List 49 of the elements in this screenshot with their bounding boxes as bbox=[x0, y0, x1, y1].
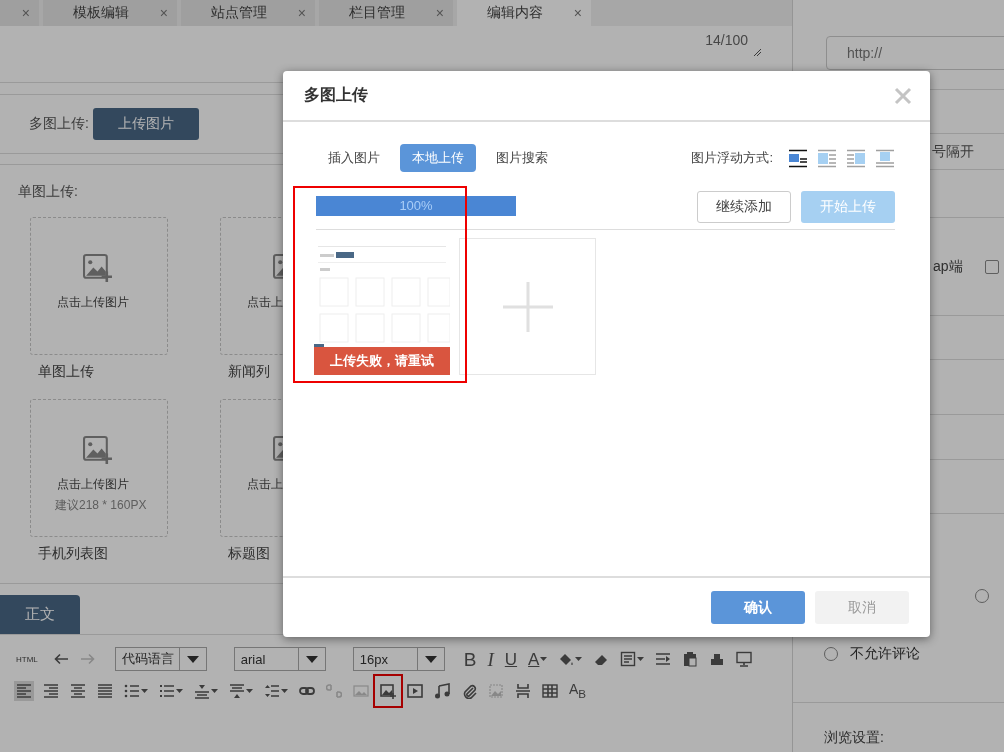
tab[interactable]: 插入图片 bbox=[316, 144, 392, 172]
tab[interactable]: 图片搜索 bbox=[484, 144, 560, 172]
upload-prompt: 点击上 bbox=[246, 476, 284, 493]
editor-tab[interactable]: 正文 bbox=[0, 595, 80, 634]
field-hint: 号隔开 bbox=[932, 142, 974, 161]
close-button[interactable]: × bbox=[297, 5, 306, 21]
italic-button[interactable]: I bbox=[487, 649, 494, 669]
close-button[interactable]: × bbox=[159, 5, 168, 21]
dropdown[interactable]: 代码语言 bbox=[114, 647, 207, 671]
card-caption: 标题图 bbox=[228, 545, 271, 563]
tab[interactable]: 本地上传 bbox=[400, 144, 476, 172]
size-hint: 建议218 * 160PX bbox=[54, 497, 148, 514]
section-label: 浏览设置: bbox=[824, 729, 884, 745]
bold-button[interactable]: B bbox=[463, 649, 477, 669]
add-more-button[interactable]: 继续添加 bbox=[697, 191, 791, 223]
upload-prompt: 点击上 bbox=[246, 294, 284, 311]
error-banner: 上传失败，请重试 bbox=[314, 347, 450, 375]
section-label: 单图上传: bbox=[18, 183, 79, 201]
close-button[interactable]: × bbox=[573, 5, 582, 21]
underline-button[interactable]: U bbox=[504, 650, 518, 668]
close-button[interactable]: × bbox=[21, 5, 30, 21]
html-button[interactable]: HTML bbox=[16, 654, 38, 664]
card-caption: 单图上传 bbox=[38, 363, 95, 381]
tab[interactable]: 栏目管理 × bbox=[319, 0, 453, 26]
font-color-button[interactable]: A bbox=[528, 650, 540, 668]
card-caption: 新闻列 bbox=[228, 363, 271, 381]
field-label: 图片浮动方式: bbox=[691, 149, 773, 167]
upload-card[interactable]: 点击上传图片 bbox=[30, 217, 168, 355]
upload-prompt: 点击上传图片 bbox=[56, 294, 130, 311]
confirm-button[interactable]: 确认 bbox=[711, 591, 805, 624]
tab[interactable]: 站点管理 × bbox=[181, 0, 315, 26]
tab[interactable]: × bbox=[0, 0, 39, 26]
progress-percent: 100% bbox=[398, 198, 434, 213]
card-caption: 手机列表图 bbox=[38, 545, 109, 563]
url-field[interactable]: http:// bbox=[826, 36, 1004, 70]
tab[interactable]: 模板编辑 × bbox=[43, 0, 177, 26]
character-counter: 14/100 bbox=[705, 32, 748, 48]
dropdown[interactable]: 16px bbox=[352, 647, 445, 671]
radio-label: 不允许评论 bbox=[850, 645, 920, 663]
dropdown[interactable]: arial bbox=[233, 647, 326, 671]
close-button[interactable]: × bbox=[435, 5, 444, 21]
field-label: 多图上传: bbox=[29, 115, 89, 133]
tab[interactable]: 编辑内容 × bbox=[457, 0, 591, 26]
upload-prompt: 点击上传图片 bbox=[56, 476, 130, 493]
upload-button[interactable]: 上传图片 bbox=[92, 108, 199, 140]
spell-button[interactable]: A$_{B}$ bbox=[569, 682, 587, 700]
checkbox-label: ap端 bbox=[933, 257, 963, 276]
upload-card[interactable]: 点击上传图片 建议218 * 160PX bbox=[30, 399, 168, 537]
dialog-title: 多图上传 bbox=[304, 85, 368, 105]
